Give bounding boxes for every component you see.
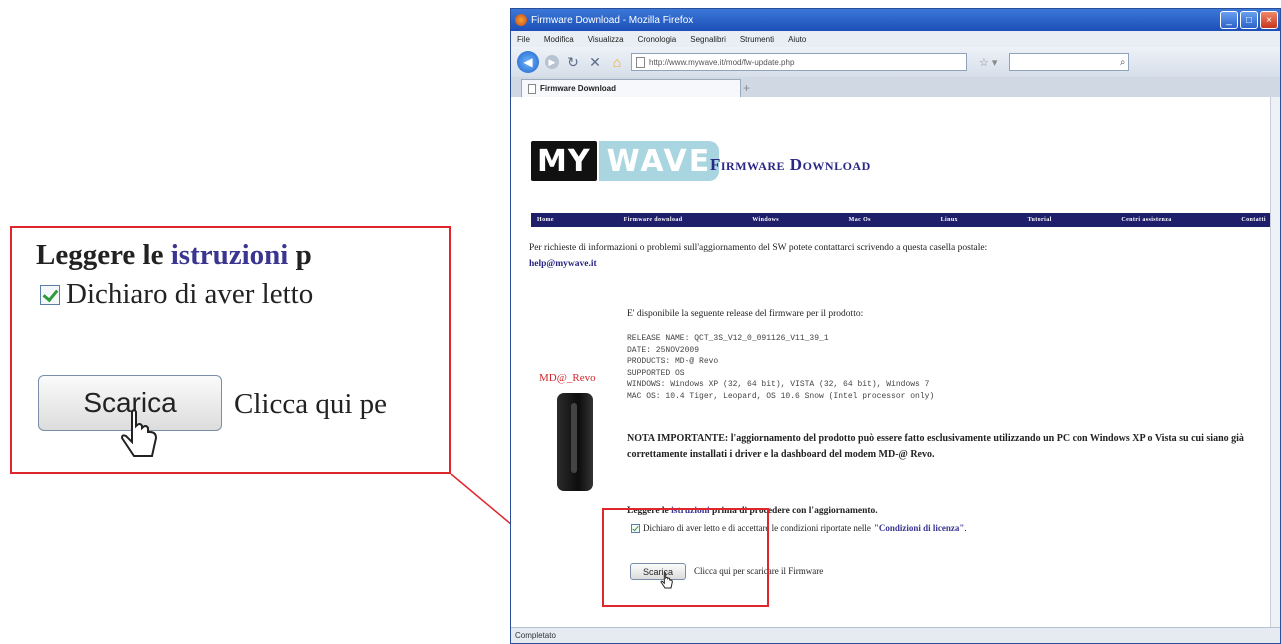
info-text: Per richieste di informazioni o problemi… bbox=[529, 243, 988, 253]
tab-firmware-download[interactable]: Firmware Download bbox=[521, 79, 741, 97]
release-name: RELEASE NAME: QCT_3S_V12_0_091126_V11_39… bbox=[627, 334, 829, 343]
release-supported-os: SUPPORTED OS bbox=[627, 368, 685, 378]
minimize-icon[interactable]: _ bbox=[1220, 11, 1238, 29]
release-date: DATE: 25NOV2009 bbox=[627, 345, 700, 355]
reload-icon[interactable]: ↻ bbox=[565, 54, 581, 71]
bookmark-star-icon[interactable]: ☆ ▾ bbox=[979, 56, 997, 69]
nav-contatti[interactable]: Contatti bbox=[1241, 217, 1266, 223]
vertical-scrollbar[interactable] bbox=[1270, 97, 1280, 629]
release-mac-os: MAC OS: 10.4 Tiger, Leopard, OS 10.6 Sno… bbox=[627, 391, 935, 401]
menu-aiuto[interactable]: Aiuto bbox=[788, 35, 806, 44]
home-icon[interactable]: ⌂ bbox=[609, 54, 625, 70]
nav-linux[interactable]: Linux bbox=[941, 217, 958, 223]
callout-checkbox[interactable] bbox=[40, 284, 60, 305]
stop-icon[interactable]: ✕ bbox=[587, 54, 603, 71]
logo-my: MY bbox=[531, 141, 597, 181]
menu-modifica[interactable]: Modifica bbox=[544, 35, 574, 44]
nav-windows[interactable]: Windows bbox=[752, 217, 779, 223]
nav-firmware-download[interactable]: Firmware download bbox=[624, 217, 683, 223]
hand-cursor-icon bbox=[120, 409, 158, 457]
url-bar[interactable]: http://www.mywave.it/mod/fw-update.php bbox=[631, 53, 967, 71]
tab-title: Firmware Download bbox=[540, 84, 617, 93]
menu-visualizza[interactable]: Visualizza bbox=[588, 35, 624, 44]
status-text: Completato bbox=[515, 631, 556, 640]
callout-declaration: Dichiaro di aver letto bbox=[40, 278, 313, 311]
new-tab-icon[interactable]: + bbox=[743, 81, 750, 95]
callout-instructions-link[interactable]: istruzioni bbox=[171, 239, 289, 271]
nav-tutorial[interactable]: Tutorial bbox=[1028, 217, 1052, 223]
tab-page-icon bbox=[528, 83, 536, 94]
release-details: RELEASE NAME: QCT_3S_V12_0_091126_V11_39… bbox=[627, 333, 934, 402]
callout-read-prefix: Leggere le bbox=[36, 239, 164, 271]
url-text: http://www.mywave.it/mod/fw-update.php bbox=[649, 57, 795, 67]
info-email-link[interactable]: help@mywave.it bbox=[529, 259, 597, 269]
callout-read-suffix: p bbox=[295, 239, 312, 271]
highlight-rectangle bbox=[602, 508, 769, 607]
menu-file[interactable]: File bbox=[517, 35, 530, 44]
callout-click-here-text: Clicca qui pe bbox=[234, 388, 388, 420]
tab-bar: Firmware Download + bbox=[511, 77, 1280, 97]
menu-strumenti[interactable]: Strumenti bbox=[740, 35, 774, 44]
zoom-callout: Leggere le istruzioni p Dichiaro di aver… bbox=[10, 226, 451, 474]
window-title: Firmware Download - Mozilla Firefox bbox=[531, 14, 694, 26]
callout-read-instructions: Leggere le istruzioni p bbox=[36, 239, 312, 272]
nav-centri-assistenza[interactable]: Centri assistenza bbox=[1121, 217, 1171, 223]
close-icon[interactable]: × bbox=[1260, 11, 1278, 29]
title-bar: Firmware Download - Mozilla Firefox _ □ … bbox=[511, 9, 1280, 31]
callout-declaration-text: Dichiaro di aver letto bbox=[66, 278, 314, 310]
search-box[interactable]: ⌕ bbox=[1009, 53, 1130, 71]
modem-device-image bbox=[557, 393, 593, 491]
important-note: NOTA IMPORTANTE: l'aggiornamento del pro… bbox=[627, 433, 1244, 460]
navigation-toolbar: ◀ ▶ ↻ ✕ ⌂ http://www.mywave.it/mod/fw-up… bbox=[511, 47, 1280, 77]
release-products: PRODUCTS: MD-@ Revo bbox=[627, 357, 719, 366]
maximize-icon[interactable]: □ bbox=[1240, 11, 1258, 29]
menu-cronologia[interactable]: Cronologia bbox=[638, 35, 677, 44]
back-arrow-icon[interactable]: ◀ bbox=[517, 51, 539, 73]
nav-mac-os[interactable]: Mac Os bbox=[849, 217, 871, 223]
product-name: MD@_Revo bbox=[539, 372, 596, 384]
nav-home[interactable]: Home bbox=[537, 217, 554, 223]
firefox-icon bbox=[515, 14, 527, 26]
logo-wave: WAVE bbox=[598, 141, 720, 181]
site-navigation: Home Firmware download Windows Mac Os Li… bbox=[531, 213, 1272, 227]
menu-bar: File Modifica Visualizza Cronologia Segn… bbox=[511, 31, 1280, 47]
search-icon[interactable]: ⌕ bbox=[1120, 57, 1126, 68]
status-bar: Completato bbox=[511, 627, 1280, 643]
license-link[interactable]: "Condizioni di licenza" bbox=[874, 523, 965, 533]
release-windows: WINDOWS: Windows XP (32, 64 bit), VISTA … bbox=[627, 380, 930, 389]
window-controls: _ □ × bbox=[1220, 11, 1278, 29]
menu-segnalibri[interactable]: Segnalibri bbox=[690, 35, 726, 44]
available-release-text: E' disponibile la seguente release del f… bbox=[627, 309, 864, 319]
page-title: Firmware Download bbox=[710, 155, 871, 174]
forward-arrow-icon[interactable]: ▶ bbox=[545, 55, 559, 69]
mywave-logo[interactable]: MY WAVE bbox=[531, 141, 720, 181]
declaration-end: . bbox=[964, 523, 967, 533]
page-icon bbox=[636, 56, 645, 68]
